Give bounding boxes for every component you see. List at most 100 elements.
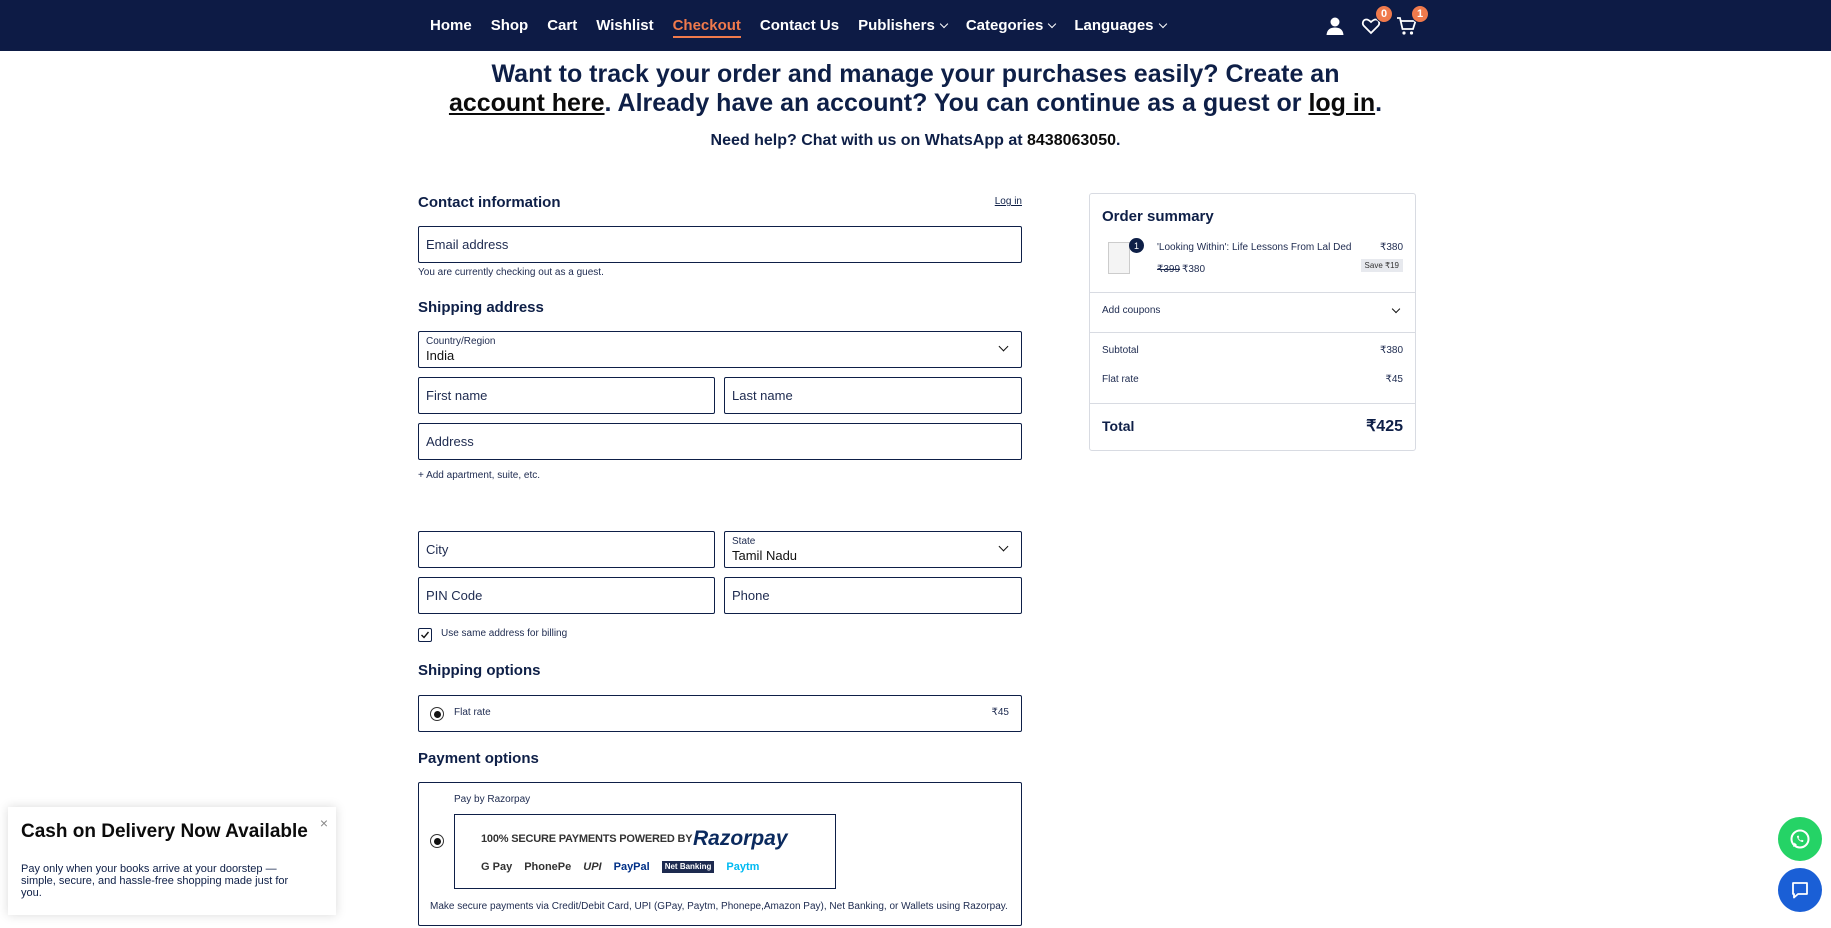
cart-count-badge: 1 [1411,4,1429,23]
address-placeholder: Address [426,434,474,449]
state-value: Tamil Nadu [732,548,798,563]
razorpay-banner: 100% SECURE PAYMENTS POWERED BY Razorpay… [454,814,836,889]
city-field[interactable]: City [418,531,715,568]
item-new-price: ₹380 [1182,264,1206,275]
account-icon[interactable] [1322,13,1348,39]
flat-rate-label: Flat rate [1102,374,1139,385]
payment-title: Payment options [418,750,539,767]
phone-placeholder: Phone [732,588,770,603]
country-label: Country/Region [426,336,496,347]
cod-title: Cash on Delivery Now Available [21,821,308,842]
add-apartment-link[interactable]: + Add apartment, suite, etc. [418,470,540,481]
chevron-down-icon [998,541,1009,552]
upi-logo: UPI [583,861,602,873]
country-select[interactable]: Country/Region India [418,331,1022,368]
chevron-down-icon [939,19,949,28]
razorpay-label: Pay by Razorpay [454,794,531,805]
shipping-title: Shipping address [418,299,544,316]
chevron-down-icon [1048,19,1057,28]
add-coupons-toggle[interactable]: Add coupons [1090,292,1415,332]
chat-icon [1792,882,1808,899]
summary-totals: Subtotal ₹380 Flat rate ₹45 [1090,332,1415,397]
state-label: State [732,536,756,547]
city-placeholder: City [426,542,449,557]
nav-shop[interactable]: Shop [491,17,529,34]
same-billing-label: Use same address for billing [441,628,568,639]
razorpay-option[interactable]: Pay by Razorpay 100% SECURE PAYMENTS POW… [418,782,1022,926]
phonepe-logo: PhonePe [524,861,572,873]
contact-title: Contact information [418,194,561,211]
cod-popup: Cash on Delivery Now Available × Pay onl… [8,807,336,915]
subtotal-value: ₹380 [1379,345,1403,356]
first-name-placeholder: First name [426,388,488,403]
nav-wishlist[interactable]: Wishlist [596,17,653,34]
first-name-field[interactable]: First name [418,377,715,414]
total-value: ₹425 [1366,418,1403,435]
nav-contact-us[interactable]: Contact Us [760,17,839,34]
item-name: 'Looking Within': Life Lessons From Lal … [1157,242,1352,253]
banner-text-2: . Already have an account? You can conti… [604,89,1309,117]
razorpay-headline: 100% SECURE PAYMENTS POWERED BY [481,833,693,845]
nav-publishers[interactable]: Publishers [858,17,949,34]
book-thumbnail [1108,242,1130,274]
banner-text-1: Want to track your order and manage your… [491,60,1340,88]
nav-icons: 0 1 [1322,0,1430,51]
cart-button[interactable]: 1 [1394,4,1429,39]
whatsapp-help: Need help? Chat with us on WhatsApp at 8… [0,132,1831,150]
check-icon [421,631,430,639]
order-summary: Order summary 1 'Looking Within': Life L… [1089,193,1416,451]
close-icon[interactable]: × [320,815,328,831]
nav-categories[interactable]: Categories [966,17,1057,34]
razorpay-radio[interactable] [430,834,444,848]
item-old-price: ₹399 [1157,264,1181,275]
nav-publishers-label: Publishers [858,17,935,34]
add-coupons-label: Add coupons [1102,305,1161,316]
last-name-field[interactable]: Last name [724,377,1022,414]
address-field[interactable]: Address [418,423,1022,460]
nav-checkout[interactable]: Checkout [672,17,742,38]
pin-code-placeholder: PIN Code [426,588,483,603]
flat-rate-value: ₹45 [1385,374,1404,385]
payment-method-logos: G Pay PhonePe UPI PayPal Net Banking Pay… [481,861,759,873]
flat-rate-radio[interactable] [430,707,444,721]
same-billing-checkbox[interactable] [418,628,432,642]
save-badge: Save ₹19 [1360,259,1403,272]
wishlist-count-badge: 0 [1375,4,1393,23]
help-text: Need help? Chat with us on WhatsApp at [710,132,1027,149]
last-name-placeholder: Last name [732,388,793,403]
chevron-down-icon [1391,304,1401,314]
phone-field[interactable]: Phone [724,577,1022,614]
summary-title: Order summary [1102,208,1214,225]
razorpay-description: Make secure payments via Credit/Debit Ca… [430,901,1008,912]
banner-text-3: . [1375,89,1383,117]
wishlist-button[interactable]: 0 [1358,4,1393,39]
guest-note: You are currently checking out as a gues… [418,267,604,278]
flat-rate-price: ₹45 [991,707,1010,718]
help-phone: 8438063050 [1027,132,1116,149]
razorpay-logo: Razorpay [693,827,788,850]
main-nav: Home Shop Cart Wishlist Checkout Contact… [430,0,1185,51]
contact-login-link[interactable]: Log in [995,196,1022,207]
banner-login-link[interactable]: log in [1308,89,1375,117]
nav-cart[interactable]: Cart [547,17,577,34]
pin-code-field[interactable]: PIN Code [418,577,715,614]
create-account-link[interactable]: account here [449,89,605,117]
nav-languages-label: Languages [1074,17,1154,34]
help-suffix: . [1115,132,1121,149]
flat-rate-label: Flat rate [454,707,491,718]
subtotal-label: Subtotal [1102,345,1139,356]
paypal-logo: PayPal [613,861,650,873]
shipping-options-title: Shipping options [418,662,541,679]
flat-rate-option[interactable]: Flat rate ₹45 [418,695,1022,732]
email-placeholder: Email address [426,237,509,252]
country-value: India [426,348,455,363]
state-select[interactable]: State Tamil Nadu [724,531,1022,568]
paytm-logo: Paytm [726,861,760,873]
chat-button[interactable] [1778,868,1822,912]
item-price: ₹380 [1379,242,1403,253]
item-qty-badge: 1 [1129,238,1144,253]
email-field[interactable]: Email address [418,226,1022,263]
nav-languages[interactable]: Languages [1074,17,1167,34]
whatsapp-button[interactable] [1778,817,1822,861]
nav-home[interactable]: Home [430,17,472,34]
